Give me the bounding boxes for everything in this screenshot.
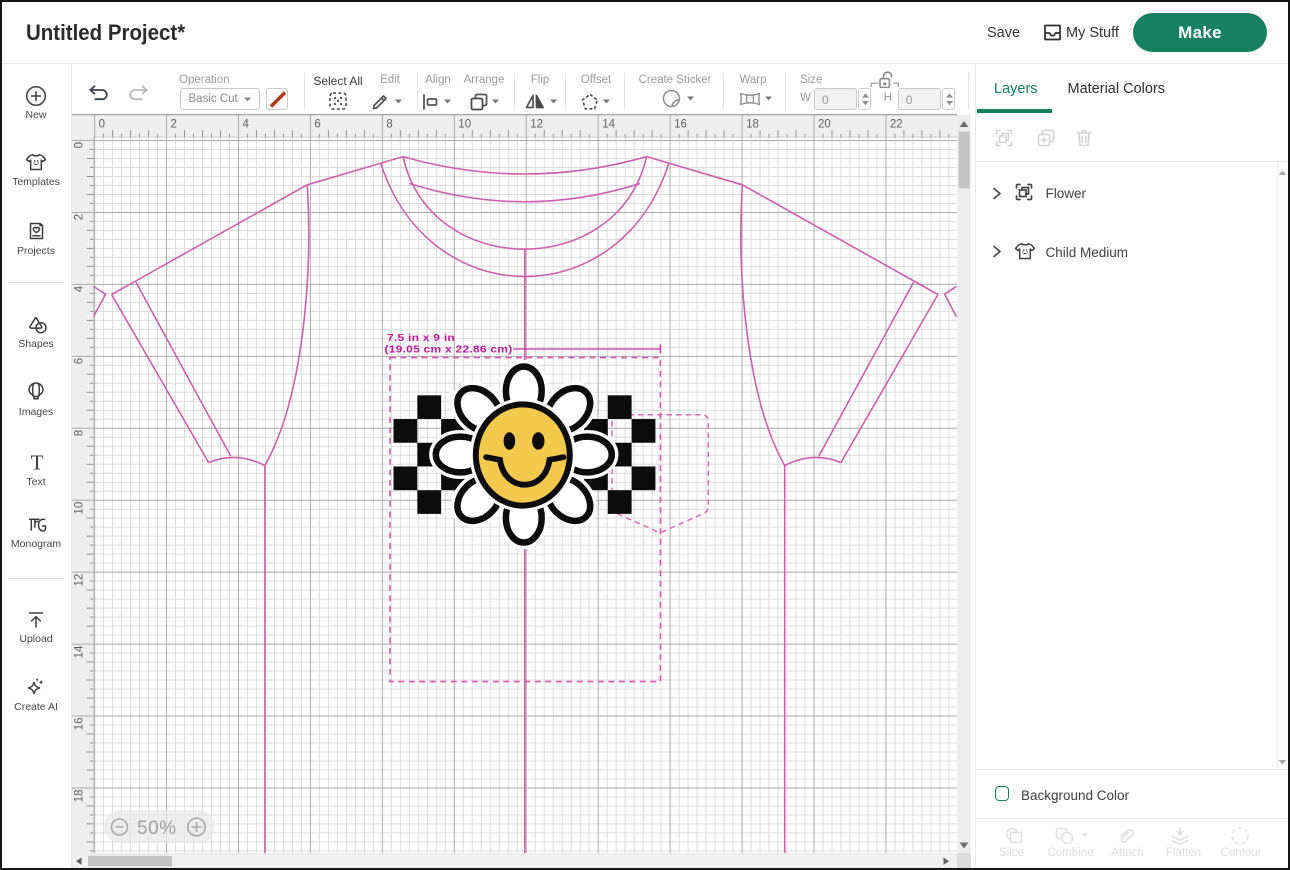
svg-text:10: 10 (74, 502, 86, 515)
svg-text:10: 10 (458, 119, 471, 131)
svg-text:4: 4 (74, 285, 86, 292)
svg-text:0: 0 (99, 119, 105, 131)
svg-text:18: 18 (746, 119, 759, 131)
svg-text:8: 8 (386, 119, 392, 131)
svg-text:14: 14 (602, 119, 615, 131)
svg-text:20: 20 (818, 119, 831, 131)
svg-text:50%: 50% (137, 818, 177, 839)
svg-text:T: T (31, 451, 44, 475)
svg-text:22: 22 (890, 119, 903, 131)
svg-text:6: 6 (314, 119, 320, 131)
svg-text:12: 12 (530, 119, 543, 131)
svg-text:4: 4 (243, 119, 250, 131)
svg-text:16: 16 (674, 119, 687, 131)
svg-text:8: 8 (74, 430, 86, 436)
svg-text:6: 6 (74, 358, 86, 364)
svg-text:16: 16 (74, 718, 86, 731)
svg-text:7.5 in x 9 in: 7.5 in x 9 in (387, 333, 455, 344)
svg-text:12: 12 (74, 574, 86, 587)
svg-text:18: 18 (74, 790, 86, 803)
svg-text:2: 2 (171, 119, 177, 131)
svg-text:2: 2 (74, 214, 86, 220)
svg-text:0: 0 (74, 142, 86, 148)
svg-text:14: 14 (74, 645, 86, 658)
svg-text:(19.05 cm x 22.86 cm): (19.05 cm x 22.86 cm) (385, 345, 513, 356)
